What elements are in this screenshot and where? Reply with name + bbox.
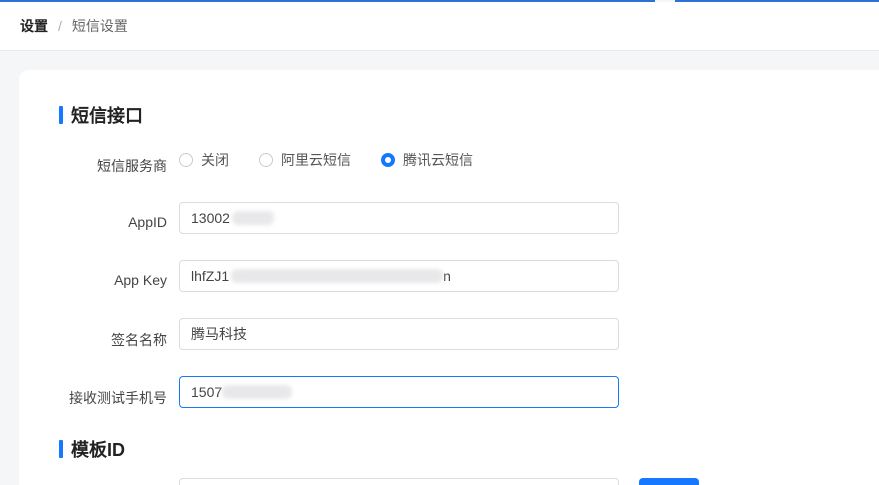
- section-title-text: 模板ID: [71, 440, 125, 460]
- test-phone-input[interactable]: 1507: [179, 376, 619, 408]
- appid-value: 13002: [191, 210, 230, 226]
- breadcrumb-separator: /: [58, 18, 62, 34]
- appkey-value-end: n: [443, 268, 451, 284]
- section-title-text: 短信接口: [71, 106, 143, 126]
- radio-circle-checked[interactable]: [381, 153, 395, 167]
- breadcrumb: 设置 / 短信设置: [0, 2, 879, 51]
- template-action-button[interactable]: [639, 478, 699, 485]
- appkey-input[interactable]: lhfZJ1 n: [179, 260, 619, 292]
- provider-radio-off[interactable]: 关闭: [179, 150, 229, 170]
- section-accent-bar: [59, 440, 63, 458]
- section-title-sms-interface: 短信接口: [59, 102, 143, 128]
- redacted-mask: [222, 385, 293, 399]
- appid-label: AppID: [128, 214, 167, 230]
- test-phone-label: 接收测试手机号: [69, 390, 167, 406]
- appid-input[interactable]: 13002: [179, 202, 619, 234]
- test-phone-value: 1507: [191, 384, 223, 400]
- radio-label: 阿里云短信: [281, 152, 351, 168]
- provider-label: 短信服务商: [97, 158, 167, 174]
- redacted-mask: [231, 211, 274, 225]
- sign-name-input[interactable]: 腾马科技: [179, 318, 619, 350]
- provider-radio-group: 关闭 阿里云短信 腾讯云短信: [179, 151, 503, 169]
- breadcrumb-root[interactable]: 设置: [20, 16, 48, 36]
- section-title-template-id: 模板ID: [59, 436, 125, 462]
- appkey-value-start: lhfZJ1: [191, 268, 230, 284]
- section-accent-bar: [59, 106, 63, 124]
- sign-name-value: 腾马科技: [191, 326, 247, 342]
- provider-radio-tencent[interactable]: 腾讯云短信: [381, 150, 473, 170]
- radio-label: 腾讯云短信: [403, 152, 473, 168]
- radio-label: 关闭: [201, 152, 229, 168]
- redacted-mask: [231, 269, 444, 283]
- radio-circle[interactable]: [259, 153, 273, 167]
- sign-name-label: 签名名称: [111, 332, 167, 348]
- radio-circle[interactable]: [179, 153, 193, 167]
- appkey-label: App Key: [114, 272, 167, 288]
- template-id-input[interactable]: [179, 478, 619, 485]
- provider-radio-aliyun[interactable]: 阿里云短信: [259, 150, 351, 170]
- breadcrumb-current: 短信设置: [71, 18, 128, 34]
